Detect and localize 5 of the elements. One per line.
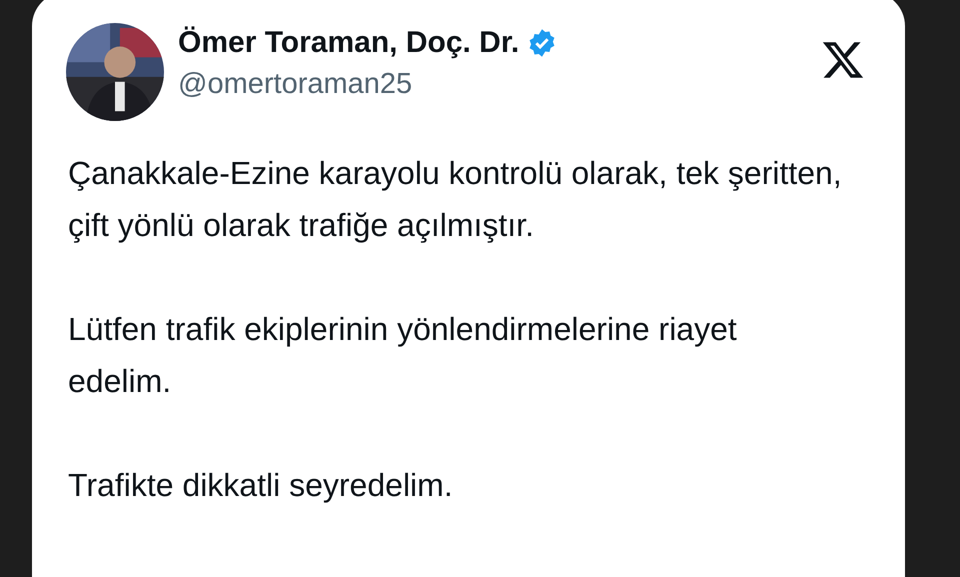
author-handle: @omertoraman25: [178, 68, 414, 101]
author-name: Ömer Toraman, Doç. Dr.: [178, 26, 520, 60]
post-text: Lütfen trafik ekiplerinin yönlendirmelerine riayet edelim.: [68, 310, 738, 401]
post-text: Trafikte dikkatli seyredelim.: [68, 466, 454, 505]
post-text: Çanakkale-Ezine karayolu kontrolü olarak, tek şeritten, çift yönlü olarak trafiğe açılmıştır.: [68, 154, 843, 245]
